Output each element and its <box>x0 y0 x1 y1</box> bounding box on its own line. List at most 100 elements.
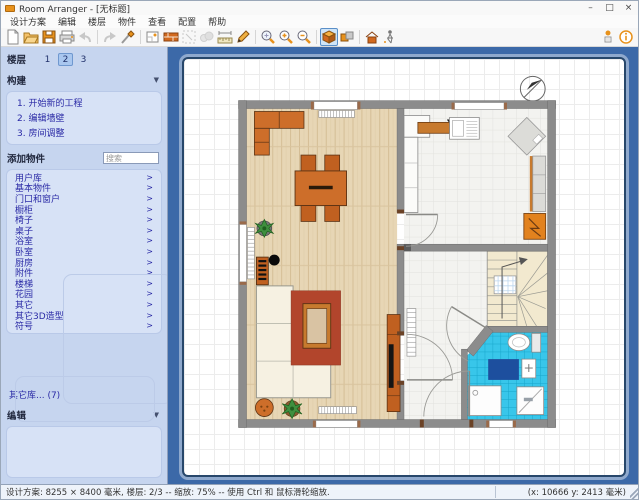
kitchen-appliance[interactable] <box>524 214 546 240</box>
window-top-kitchen[interactable] <box>452 103 507 110</box>
drawing-canvas[interactable] <box>168 47 638 484</box>
hand-pointer-icon[interactable] <box>599 28 617 46</box>
wall-icon[interactable] <box>162 28 180 46</box>
kitchen-right-cabinets[interactable] <box>530 156 546 211</box>
menu-floor[interactable]: 楼层 <box>82 15 112 28</box>
coffee-table[interactable] <box>303 304 331 349</box>
close-button[interactable]: × <box>619 2 638 15</box>
collapse-arrow-icon[interactable]: ▼ <box>154 76 159 84</box>
status-design-info: 设计方案: 8255 × 8400 毫米, 楼层: 2/3 -- 缩放: 75%… <box>1 486 496 498</box>
compass-icon[interactable] <box>520 76 545 101</box>
print-icon[interactable] <box>58 28 76 46</box>
window-top-living[interactable] <box>311 102 361 110</box>
house-view-icon[interactable] <box>363 28 381 46</box>
menu-design[interactable]: 设计方案 <box>4 15 52 28</box>
radiator-top[interactable] <box>319 111 355 118</box>
window-bottom-bathroom[interactable] <box>486 421 516 428</box>
menu-edit[interactable]: 编辑 <box>52 15 82 28</box>
add-objects-title: 添加物件 <box>7 151 45 165</box>
dining-chair[interactable] <box>301 206 316 222</box>
bathroom-sink[interactable] <box>522 359 536 378</box>
dining-chair[interactable] <box>325 206 340 222</box>
floor-tab-2[interactable]: 2 <box>58 53 73 66</box>
build-step-new-project[interactable]: 1. 开始新的工程 <box>17 95 157 110</box>
toolbar-separator <box>255 30 256 44</box>
chevron-right-icon: > <box>146 236 153 245</box>
floor-lamp[interactable] <box>269 255 280 266</box>
minimize-button[interactable]: – <box>581 2 600 15</box>
window-bottom-living[interactable] <box>313 421 361 428</box>
clouds-icon[interactable] <box>198 28 216 46</box>
resize-grip[interactable] <box>630 485 638 499</box>
floors-label: 楼层 <box>7 52 26 66</box>
object-search-input[interactable] <box>103 152 159 164</box>
window-title: Room Arranger - [无标题] <box>19 2 130 15</box>
zoom-out-icon[interactable] <box>295 28 313 46</box>
wall-right[interactable] <box>548 101 556 428</box>
zoom-fit-icon[interactable] <box>259 28 277 46</box>
status-cursor-coordinates: (x: 10666 y: 2413 毫米) <box>496 486 630 498</box>
chevron-right-icon: > <box>146 173 153 182</box>
round-side-table[interactable] <box>255 399 273 417</box>
menu-object[interactable]: 物件 <box>112 15 142 28</box>
zoom-in-icon[interactable] <box>277 28 295 46</box>
build-step-adjust-rooms[interactable]: 3. 房间调整 <box>17 125 157 140</box>
measure-icon[interactable] <box>216 28 234 46</box>
shower-tray[interactable] <box>468 386 501 416</box>
menu-view[interactable]: 查看 <box>142 15 172 28</box>
toolbar <box>1 28 638 47</box>
floors-row: 楼层 1 2 3 <box>1 47 167 69</box>
paint-brush-icon[interactable] <box>119 28 137 46</box>
chevron-right-icon: > <box>146 215 153 224</box>
menu-help[interactable]: 帮助 <box>202 15 232 28</box>
tv-cabinet[interactable] <box>387 315 400 412</box>
info-icon[interactable] <box>617 28 635 46</box>
wall-kitchen-hall[interactable] <box>404 244 548 251</box>
undo-icon[interactable] <box>76 28 94 46</box>
radiator-left[interactable] <box>248 227 255 279</box>
television[interactable] <box>389 344 394 388</box>
kitchen-sink[interactable] <box>450 117 480 139</box>
edit-panel <box>6 426 162 478</box>
title-bar: Room Arranger - [无标题] – □ × <box>1 1 638 15</box>
draw-pencil-icon[interactable] <box>234 28 252 46</box>
hall-shoe-rack[interactable] <box>407 309 416 357</box>
shelf-unit[interactable] <box>256 257 268 285</box>
chevron-right-icon: > <box>146 247 153 256</box>
dining-chair[interactable] <box>301 155 316 171</box>
window-left[interactable] <box>240 221 247 284</box>
build-panel-header[interactable]: 构建 ▼ <box>1 69 167 89</box>
save-icon[interactable] <box>40 28 58 46</box>
design-properties-icon[interactable] <box>144 28 162 46</box>
redo-icon[interactable] <box>101 28 119 46</box>
app-logo-icon <box>5 5 15 12</box>
build-step-edit-walls[interactable]: 2. 编辑墙壁 <box>17 110 157 125</box>
open-folder-icon[interactable] <box>22 28 40 46</box>
bath-mat[interactable] <box>488 359 519 380</box>
wall-top[interactable] <box>239 101 556 109</box>
floor-tab-1[interactable]: 1 <box>40 53 55 66</box>
toolbar-separator <box>316 30 317 44</box>
radiator-bottom[interactable] <box>319 407 357 414</box>
maximize-button[interactable]: □ <box>600 2 619 15</box>
build-panel-title: 构建 <box>7 73 26 87</box>
view-3d-icon[interactable] <box>320 28 338 46</box>
wall-bathroom-top[interactable] <box>488 326 547 332</box>
floor-plan[interactable] <box>184 59 624 475</box>
menu-bar: 设计方案 编辑 楼层 物件 查看 配置 帮助 <box>1 15 638 28</box>
new-document-icon[interactable] <box>4 28 22 46</box>
objects-3d-icon[interactable] <box>338 28 356 46</box>
plan-page[interactable] <box>182 57 626 477</box>
shower-unit[interactable] <box>517 387 544 415</box>
wall-interior-vertical[interactable] <box>397 109 404 213</box>
chevron-right-icon: > <box>146 183 153 192</box>
staircase[interactable] <box>487 251 547 326</box>
floor-tab-3[interactable]: 3 <box>76 53 91 66</box>
dining-chair[interactable] <box>325 155 340 171</box>
toolbar-separator <box>140 30 141 44</box>
menu-config[interactable]: 配置 <box>172 15 202 28</box>
toilet-tank <box>532 333 541 352</box>
select-transform-icon[interactable] <box>180 28 198 46</box>
walkthrough-icon[interactable] <box>381 28 399 46</box>
toilet[interactable] <box>508 334 530 351</box>
